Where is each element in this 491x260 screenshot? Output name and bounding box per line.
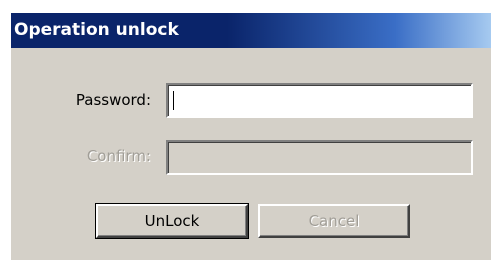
- operation-unlock-dialog: Operation unlock Password: Confirm: UnLo…: [11, 13, 491, 260]
- unlock-button[interactable]: UnLock: [95, 203, 249, 239]
- window-title: Operation unlock: [14, 20, 179, 40]
- text-caret: [173, 91, 174, 110]
- password-field[interactable]: [166, 83, 473, 118]
- title-bar[interactable]: Operation unlock: [11, 13, 491, 48]
- confirm-field: [166, 140, 473, 175]
- password-label: Password:: [75, 91, 151, 109]
- cancel-button: Cancel: [258, 204, 410, 238]
- confirm-label: Confirm:: [86, 147, 151, 165]
